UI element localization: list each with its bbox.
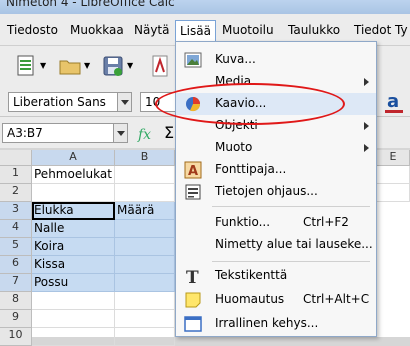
cell-a9[interactable]: [32, 310, 115, 328]
submenu-arrow-icon: [364, 78, 369, 86]
svg-text:a: a: [387, 91, 399, 112]
cell-a2[interactable]: [32, 184, 115, 202]
name-box[interactable]: A3:B7: [2, 123, 128, 143]
submenu-arrow-icon: [364, 122, 369, 130]
cell-a8[interactable]: [32, 292, 115, 310]
cell-b2[interactable]: [115, 184, 175, 202]
row-header[interactable]: 6: [0, 256, 32, 274]
menu-tiedot[interactable]: Tiedot: [354, 23, 391, 37]
row-header[interactable]: 10: [0, 328, 32, 346]
menu-item-floating-frame[interactable]: Irrallinen kehys...: [176, 313, 376, 335]
menu-item-text-box[interactable]: T Tekstikenttä: [176, 265, 376, 288]
title-bar: Nimetön 4 - LibreOffice Calc: [0, 0, 410, 14]
cell-e1[interactable]: [377, 166, 410, 184]
column-header-e[interactable]: E: [377, 150, 410, 166]
cell-b4[interactable]: [115, 220, 175, 238]
cell-a3[interactable]: Elukka: [32, 202, 115, 220]
cell-b6[interactable]: [115, 256, 175, 274]
row-header[interactable]: 2: [0, 184, 32, 202]
frame-icon: [184, 315, 202, 333]
cell-b10[interactable]: [115, 328, 175, 346]
row-header[interactable]: 1: [0, 166, 32, 184]
menu-item-named-range[interactable]: Nimetty alue tai lauseke...: [176, 234, 376, 256]
menu-muokkaa[interactable]: Muokkaa: [70, 23, 124, 37]
window-title: Nimetön 4 - LibreOffice Calc: [6, 0, 175, 9]
highlight-ellipse: [155, 83, 345, 125]
row-header[interactable]: 7: [0, 274, 32, 292]
menu-muotoilu[interactable]: Muotoilu: [222, 23, 274, 37]
column-header-a[interactable]: A: [32, 150, 115, 166]
menu-item-form-control[interactable]: Tietojen ohjaus...: [176, 181, 376, 203]
row-header[interactable]: 8: [0, 292, 32, 310]
menu-separator: [212, 261, 370, 262]
save-icon[interactable]: [101, 54, 125, 78]
cell-a5[interactable]: Koira: [32, 238, 115, 256]
cell-b1[interactable]: [115, 166, 175, 184]
corner-select-all[interactable]: [0, 150, 32, 166]
name-box-arrow-icon[interactable]: [113, 124, 127, 142]
menu-item-comment[interactable]: Huomautus Ctrl+Alt+C: [176, 289, 376, 311]
new-dropdown-arrow-icon[interactable]: ▼: [40, 61, 46, 70]
fx-icon[interactable]: fx: [136, 122, 160, 146]
cell-a7[interactable]: Possu: [32, 274, 115, 292]
cell-e2[interactable]: [377, 184, 410, 202]
cell-b5[interactable]: [115, 238, 175, 256]
cell-a1[interactable]: Pehmoelukat: [32, 166, 115, 184]
export-pdf-icon[interactable]: [148, 54, 172, 78]
svg-text:T: T: [186, 268, 199, 285]
submenu-arrow-icon: [364, 144, 369, 152]
menu-item-fontwork[interactable]: A Fonttipaja...: [176, 159, 376, 181]
font-name-arrow-icon[interactable]: [117, 93, 131, 111]
cell-b8[interactable]: [115, 292, 175, 310]
menu-tyokalut[interactable]: Ty: [395, 23, 408, 37]
menu-item-image[interactable]: Kuva...: [176, 49, 376, 71]
menu-separator: [212, 206, 370, 207]
menu-taulukko[interactable]: Taulukko: [288, 23, 340, 37]
font-name-combo[interactable]: Liberation Sans: [8, 92, 132, 112]
font-name-value: Liberation Sans: [13, 95, 106, 109]
row-header[interactable]: 4: [0, 220, 32, 238]
save-dropdown-arrow-icon[interactable]: ▼: [127, 61, 133, 70]
svg-text:A: A: [188, 164, 198, 179]
form-control-icon: [184, 183, 202, 201]
cell-b7[interactable]: [115, 274, 175, 292]
cell-a10[interactable]: [32, 328, 115, 346]
sum-icon[interactable]: Σ: [164, 123, 174, 142]
row-header[interactable]: 9: [0, 310, 32, 328]
font-color-icon[interactable]: a: [382, 90, 406, 114]
menu-item-shape[interactable]: Muoto: [176, 137, 376, 159]
image-icon: [184, 51, 202, 69]
cell-a4[interactable]: Nalle: [32, 220, 115, 238]
cell-b3[interactable]: Määrä: [115, 202, 175, 220]
new-spreadsheet-icon[interactable]: [14, 54, 38, 78]
comment-icon: [184, 291, 202, 309]
svg-text:fx: fx: [137, 127, 151, 143]
shortcut-label: Ctrl+F2: [303, 215, 349, 229]
open-dropdown-arrow-icon[interactable]: ▼: [84, 61, 90, 70]
menu-nayta[interactable]: Näytä: [134, 23, 170, 37]
shortcut-label: Ctrl+Alt+C: [303, 292, 370, 306]
row-header[interactable]: 5: [0, 238, 32, 256]
cell-b9[interactable]: [115, 310, 175, 328]
text-box-icon: T: [184, 267, 202, 288]
column-header-b[interactable]: B: [115, 150, 175, 166]
menu-item-function[interactable]: Funktio... Ctrl+F2: [176, 212, 376, 234]
row-header[interactable]: 3: [0, 202, 32, 220]
fontwork-icon: A: [184, 161, 202, 179]
name-box-value: A3:B7: [7, 126, 43, 140]
cell-a6[interactable]: Kissa: [32, 256, 115, 274]
open-folder-icon[interactable]: [58, 54, 82, 78]
menu-tiedosto[interactable]: Tiedosto: [7, 23, 58, 37]
